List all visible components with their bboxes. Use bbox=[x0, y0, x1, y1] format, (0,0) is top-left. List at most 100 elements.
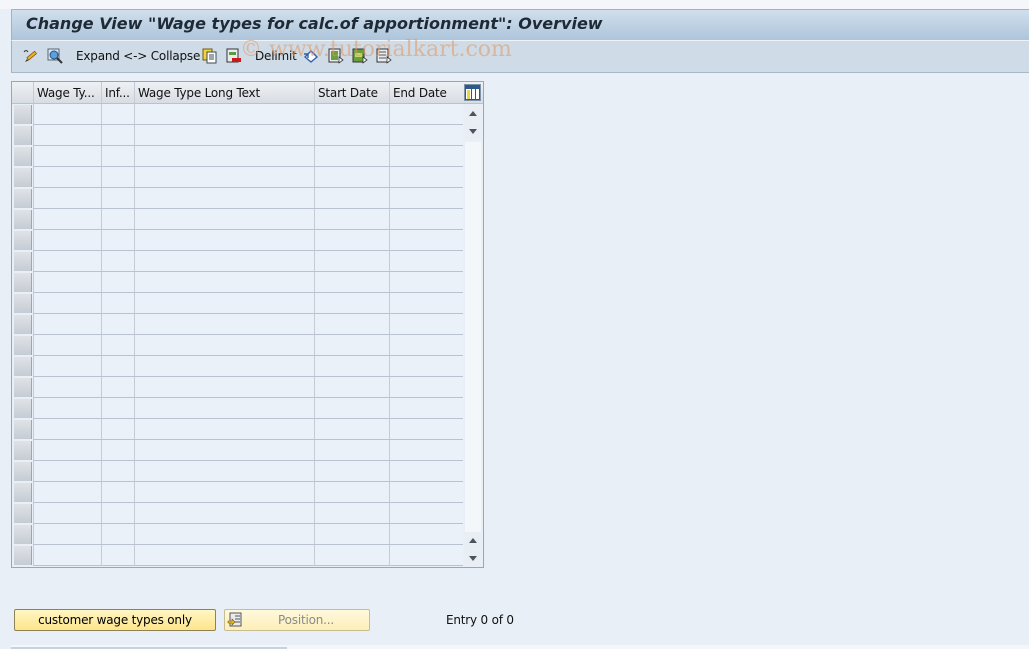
table-cell-wage-type[interactable] bbox=[33, 440, 101, 461]
table-cell-inf[interactable] bbox=[101, 482, 134, 503]
page-down-button[interactable] bbox=[465, 550, 481, 566]
table-cell-wage-type[interactable] bbox=[33, 293, 101, 314]
table-cell-inf[interactable] bbox=[101, 251, 134, 272]
table-cell-inf[interactable] bbox=[101, 188, 134, 209]
column-header-inf[interactable]: Inf... bbox=[101, 82, 134, 103]
table-cell-wage-type[interactable] bbox=[33, 482, 101, 503]
row-selector[interactable] bbox=[14, 357, 32, 376]
row-selector[interactable] bbox=[14, 105, 32, 124]
table-cell-start-date[interactable] bbox=[314, 524, 389, 545]
table-cell-inf[interactable] bbox=[101, 377, 134, 398]
table-cell-end-date[interactable] bbox=[389, 335, 463, 356]
table-cell-end-date[interactable] bbox=[389, 503, 463, 524]
select-all-button[interactable] bbox=[328, 47, 344, 65]
table-cell-end-date[interactable] bbox=[389, 461, 463, 482]
table-cell-long-text[interactable] bbox=[134, 461, 314, 482]
table-cell-wage-type[interactable] bbox=[33, 251, 101, 272]
table-cell-wage-type[interactable] bbox=[33, 209, 101, 230]
page-up-button[interactable] bbox=[465, 532, 481, 548]
table-cell-long-text[interactable] bbox=[134, 104, 314, 125]
table-cell-wage-type[interactable] bbox=[33, 188, 101, 209]
table-cell-wage-type[interactable] bbox=[33, 125, 101, 146]
table-cell-inf[interactable] bbox=[101, 209, 134, 230]
row-selector[interactable] bbox=[14, 147, 32, 166]
table-cell-inf[interactable] bbox=[101, 356, 134, 377]
row-selector[interactable] bbox=[14, 441, 32, 460]
table-cell-start-date[interactable] bbox=[314, 209, 389, 230]
table-cell-end-date[interactable] bbox=[389, 398, 463, 419]
table-cell-wage-type[interactable] bbox=[33, 377, 101, 398]
table-cell-inf[interactable] bbox=[101, 104, 134, 125]
row-selector[interactable] bbox=[14, 189, 32, 208]
select-block-button[interactable] bbox=[352, 47, 368, 65]
deselect-all-button[interactable] bbox=[376, 47, 392, 65]
table-cell-start-date[interactable] bbox=[314, 419, 389, 440]
table-cell-long-text[interactable] bbox=[134, 293, 314, 314]
table-cell-wage-type[interactable] bbox=[33, 167, 101, 188]
scroll-up-button[interactable] bbox=[465, 105, 481, 121]
table-cell-wage-type[interactable] bbox=[33, 398, 101, 419]
table-cell-start-date[interactable] bbox=[314, 440, 389, 461]
table-cell-inf[interactable] bbox=[101, 272, 134, 293]
display-change-button[interactable] bbox=[22, 47, 38, 65]
table-cell-wage-type[interactable] bbox=[33, 524, 101, 545]
table-cell-long-text[interactable] bbox=[134, 146, 314, 167]
table-cell-end-date[interactable] bbox=[389, 293, 463, 314]
table-cell-inf[interactable] bbox=[101, 314, 134, 335]
delete-button[interactable] bbox=[226, 47, 242, 65]
table-cell-long-text[interactable] bbox=[134, 314, 314, 335]
table-cell-start-date[interactable] bbox=[314, 188, 389, 209]
table-cell-start-date[interactable] bbox=[314, 293, 389, 314]
undo-change-button[interactable] bbox=[303, 47, 319, 65]
table-cell-end-date[interactable] bbox=[389, 188, 463, 209]
table-cell-inf[interactable] bbox=[101, 146, 134, 167]
row-selector[interactable] bbox=[14, 504, 32, 523]
vertical-scrollbar[interactable] bbox=[463, 104, 483, 567]
table-cell-inf[interactable] bbox=[101, 461, 134, 482]
row-selector[interactable] bbox=[14, 336, 32, 355]
position-button[interactable]: Position... bbox=[224, 609, 370, 631]
table-cell-inf[interactable] bbox=[101, 125, 134, 146]
table-cell-long-text[interactable] bbox=[134, 503, 314, 524]
table-cell-start-date[interactable] bbox=[314, 377, 389, 398]
table-cell-wage-type[interactable] bbox=[33, 230, 101, 251]
table-cell-long-text[interactable] bbox=[134, 545, 314, 566]
table-cell-inf[interactable] bbox=[101, 335, 134, 356]
table-cell-start-date[interactable] bbox=[314, 146, 389, 167]
table-cell-wage-type[interactable] bbox=[33, 461, 101, 482]
table-cell-end-date[interactable] bbox=[389, 314, 463, 335]
table-cell-long-text[interactable] bbox=[134, 377, 314, 398]
table-cell-wage-type[interactable] bbox=[33, 419, 101, 440]
table-cell-end-date[interactable] bbox=[389, 104, 463, 125]
table-cell-inf[interactable] bbox=[101, 419, 134, 440]
table-cell-long-text[interactable] bbox=[134, 440, 314, 461]
table-cell-long-text[interactable] bbox=[134, 272, 314, 293]
table-cell-start-date[interactable] bbox=[314, 482, 389, 503]
table-cell-long-text[interactable] bbox=[134, 419, 314, 440]
table-cell-end-date[interactable] bbox=[389, 272, 463, 293]
find-button[interactable] bbox=[47, 47, 63, 65]
table-cell-long-text[interactable] bbox=[134, 398, 314, 419]
row-selector[interactable] bbox=[14, 210, 32, 229]
table-cell-inf[interactable] bbox=[101, 230, 134, 251]
table-cell-end-date[interactable] bbox=[389, 209, 463, 230]
table-cell-end-date[interactable] bbox=[389, 146, 463, 167]
table-cell-start-date[interactable] bbox=[314, 335, 389, 356]
row-selector[interactable] bbox=[14, 378, 32, 397]
table-cell-end-date[interactable] bbox=[389, 545, 463, 566]
table-cell-start-date[interactable] bbox=[314, 398, 389, 419]
table-cell-end-date[interactable] bbox=[389, 419, 463, 440]
table-cell-inf[interactable] bbox=[101, 167, 134, 188]
table-cell-wage-type[interactable] bbox=[33, 503, 101, 524]
table-cell-long-text[interactable] bbox=[134, 188, 314, 209]
row-selector[interactable] bbox=[14, 483, 32, 502]
table-cell-long-text[interactable] bbox=[134, 230, 314, 251]
table-cell-long-text[interactable] bbox=[134, 524, 314, 545]
table-cell-wage-type[interactable] bbox=[33, 356, 101, 377]
row-selector[interactable] bbox=[14, 273, 32, 292]
table-settings-button[interactable] bbox=[464, 84, 481, 101]
table-cell-start-date[interactable] bbox=[314, 356, 389, 377]
scroll-track[interactable] bbox=[465, 142, 481, 532]
table-cell-long-text[interactable] bbox=[134, 251, 314, 272]
expand-collapse-button[interactable]: Expand <-> Collapse bbox=[76, 47, 200, 65]
